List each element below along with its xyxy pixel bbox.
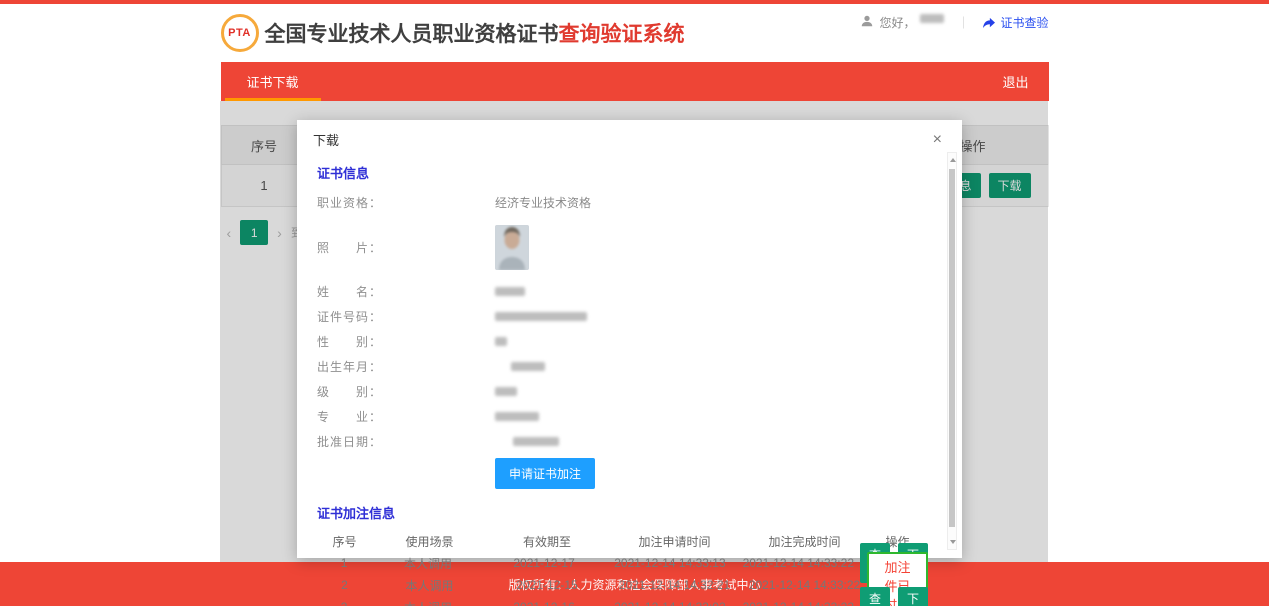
ann-header-scene: 使用场景: [372, 533, 487, 550]
field-major: 专 业：: [317, 408, 928, 425]
field-birth-label: 出生年月：: [317, 358, 495, 375]
view-button[interactable]: 查看: [860, 587, 890, 606]
field-level-label: 级 别：: [317, 383, 495, 400]
cert-verify-link[interactable]: 证书查验: [982, 14, 1048, 31]
modal-title: 下载: [313, 130, 339, 149]
ann-row1-valid: 2021-12-17: [485, 556, 603, 570]
divider: ｜: [957, 14, 969, 31]
field-major-redacted: [495, 412, 539, 421]
field-name-redacted: [495, 287, 525, 296]
ann-row2-apply-time: 2021-12-14 14:32:21: [607, 578, 742, 592]
annotation-section-title: 证书加注信息: [317, 503, 928, 522]
user-icon: [860, 14, 874, 28]
apply-annotation-button[interactable]: 申请证书加注: [495, 458, 595, 489]
pta-logo: PTA: [221, 14, 259, 52]
scroll-down-icon[interactable]: [950, 540, 956, 544]
download-button[interactable]: 下载: [898, 587, 928, 606]
field-photo-label: 照 片：: [317, 239, 495, 256]
page-title-accent: 查询验证系统: [559, 23, 685, 46]
navbar: 证书下载 退出: [0, 62, 1269, 101]
ann-row1-scene: 本人调用: [371, 555, 485, 572]
field-photo: 照 片：: [317, 219, 928, 275]
tab-cert-download-label: 证书下载: [247, 72, 299, 91]
page-title: 全国专业技术人员职业资格证书查询验证系统: [265, 18, 685, 48]
cert-verify-label: 证书查验: [1000, 14, 1048, 31]
ann-row3-scene: 本人调用: [371, 599, 485, 606]
forward-arrow-icon: [982, 17, 996, 29]
field-gender-redacted: [495, 337, 507, 346]
ann-row2-done-time: 2021-12-14 14:33:22: [742, 578, 867, 592]
ann-header-valid: 有效期至: [487, 533, 607, 550]
tab-cert-download[interactable]: 证书下载: [221, 62, 325, 101]
page: PTA 全国专业技术人员职业资格证书查询验证系统 您好， ｜: [0, 0, 1269, 606]
annotation-row: 2 本人调用 2021-12-15 2021-12-14 14:32:21 20…: [317, 574, 928, 596]
ann-row1-apply-time: 2021-12-14 14:33:13: [603, 556, 736, 570]
cert-info-section-title: 证书信息: [317, 163, 928, 182]
field-name-label: 姓 名：: [317, 283, 495, 300]
ann-header-no: 序号: [317, 533, 372, 550]
id-photo: [495, 225, 529, 270]
field-occupation: 职业资格： 经济专业技术资格: [317, 194, 928, 211]
header: PTA 全国专业技术人员职业资格证书查询验证系统 您好， ｜: [0, 4, 1269, 62]
page-title-main: 全国专业技术人员职业资格证书: [265, 23, 559, 46]
field-occupation-label: 职业资格：: [317, 194, 495, 211]
ann-row1-done-time: 2021-12-14 14:33:22: [737, 556, 860, 570]
ann-row3-done-time: 2021-12-14 14:33:22: [737, 600, 860, 606]
ann-row3-apply-time: 2021-12-14 14:32:02: [603, 600, 736, 606]
greeting-text: 您好，: [879, 14, 915, 31]
field-major-label: 专 业：: [317, 408, 495, 425]
ann-row3-no: 3: [317, 600, 371, 606]
annotation-table: 序号 使用场景 有效期至 加注申请时间 加注完成时间 操作 1 本人调用 202…: [317, 530, 928, 606]
user-area: 您好， ｜ 证书查验: [860, 4, 1048, 62]
modal-scrollbar[interactable]: [947, 152, 957, 550]
ann-header-done-time: 加注完成时间: [742, 533, 867, 550]
field-approve-date: 批准日期：: [317, 433, 928, 450]
ann-row2-valid: 2021-12-15: [487, 578, 607, 592]
field-level-redacted: [495, 387, 517, 396]
field-id-number-redacted: [495, 312, 587, 321]
ann-row3-valid: 2021-12-16: [485, 600, 603, 606]
close-icon[interactable]: ×: [929, 131, 946, 149]
field-name: 姓 名：: [317, 283, 928, 300]
field-approve-date-redacted: [513, 437, 559, 446]
field-birth-redacted: [511, 362, 545, 371]
field-approve-date-label: 批准日期：: [317, 433, 495, 450]
ann-row2-scene: 本人调用: [372, 577, 487, 594]
field-id-number: 证件号码：: [317, 308, 928, 325]
scrollbar-thumb[interactable]: [949, 169, 955, 527]
user-name-redacted: [920, 14, 944, 23]
annotation-row: 3 本人调用 2021-12-16 2021-12-14 14:32:02 20…: [317, 596, 928, 606]
ann-row1-no: 1: [317, 556, 371, 570]
annotation-row: 1 本人调用 2021-12-17 2021-12-14 14:33:13 20…: [317, 552, 928, 574]
field-gender-label: 性 别：: [317, 333, 495, 350]
field-birth: 出生年月：: [317, 358, 928, 375]
annotation-header-row: 序号 使用场景 有效期至 加注申请时间 加注完成时间 操作: [317, 530, 928, 552]
logout-label: 退出: [1002, 72, 1028, 91]
ann-header-apply-time: 加注申请时间: [607, 533, 742, 550]
field-gender: 性 别：: [317, 333, 928, 350]
scroll-up-icon[interactable]: [950, 158, 956, 162]
pta-logo-text: PTA: [228, 27, 251, 39]
field-id-number-label: 证件号码：: [317, 308, 495, 325]
field-occupation-value: 经济专业技术资格: [495, 194, 591, 211]
ann-row2-no: 2: [317, 578, 372, 592]
cert-fields: 职业资格： 经济专业技术资格 照 片： 姓 名：: [317, 194, 928, 450]
download-modal: 下载 × 证书信息 职业资格： 经济专业技术资格 照 片：: [297, 120, 962, 558]
logout-button[interactable]: 退出: [982, 62, 1048, 101]
field-level: 级 别：: [317, 383, 928, 400]
